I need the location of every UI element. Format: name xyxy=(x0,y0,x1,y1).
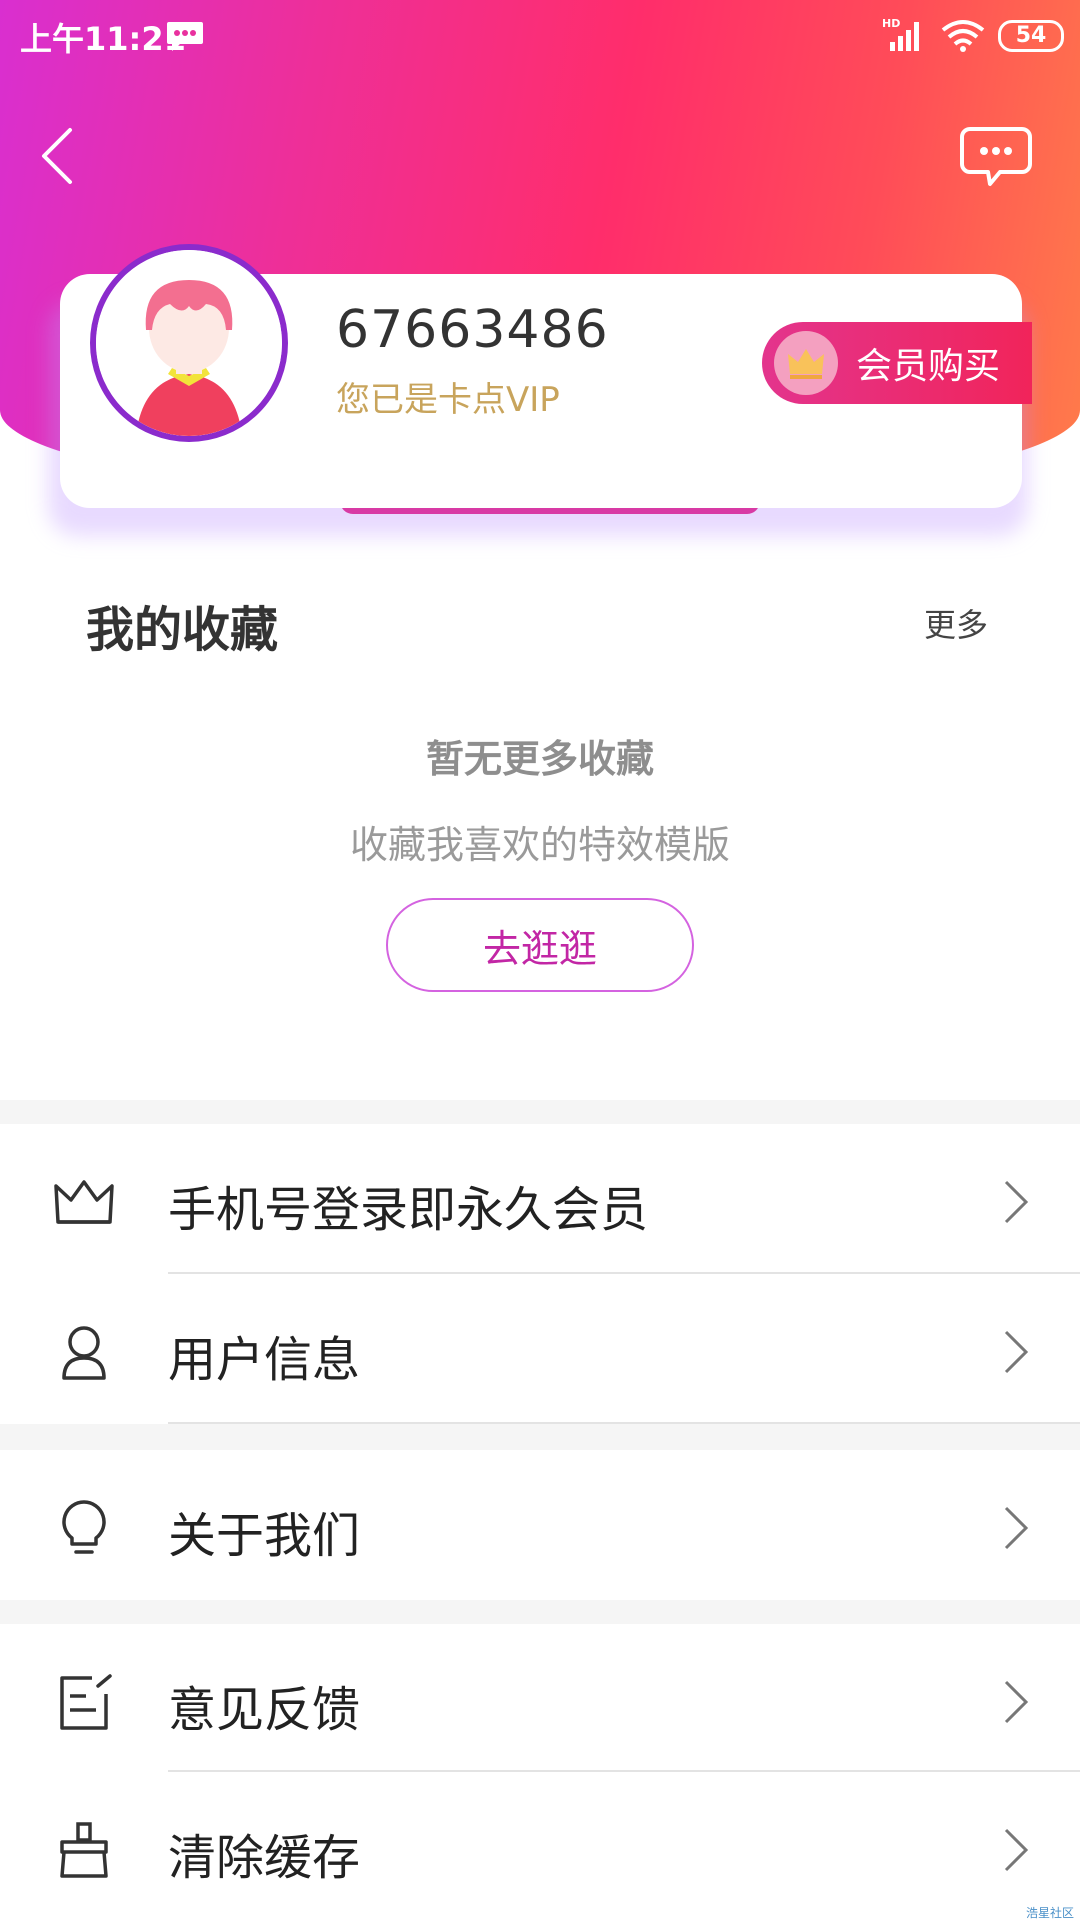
member-buy-label: 会员购买 xyxy=(856,346,1001,387)
message-icon[interactable] xyxy=(960,126,1032,188)
section-gap xyxy=(0,1424,1080,1450)
favorites-title: 我的收藏 xyxy=(86,602,279,658)
crown-icon xyxy=(788,349,824,379)
chevron-right-icon xyxy=(1004,1330,1029,1374)
menu-item-feedback[interactable]: 意见反馈 xyxy=(0,1624,1080,1774)
menu-item-label: 意见反馈 xyxy=(168,1682,361,1738)
chevron-right-icon xyxy=(1004,1506,1029,1550)
watermark: 浩星社区 xyxy=(1026,1906,1075,1920)
vip-status: 您已是卡点VIP xyxy=(336,380,560,420)
favorites-more-link[interactable]: 更多 xyxy=(924,600,988,646)
broom-icon xyxy=(60,1822,108,1878)
crown-badge xyxy=(774,331,838,395)
chevron-right-icon xyxy=(1004,1680,1029,1724)
favorites-empty-desc: 收藏我喜欢的特效模版 xyxy=(349,823,730,867)
menu-item-about-us[interactable]: 关于我们 xyxy=(0,1450,1080,1600)
crown-icon xyxy=(54,1180,114,1224)
wifi-icon xyxy=(941,20,985,52)
menu-item-label: 关于我们 xyxy=(168,1508,361,1564)
menu-item-label: 手机号登录即永久会员 xyxy=(168,1182,649,1238)
signal-hd-icon: HD xyxy=(882,17,919,51)
user-id: 67663486 xyxy=(336,300,609,360)
menu-item-phone-login-vip[interactable]: 手机号登录即永久会员 xyxy=(0,1124,1080,1274)
feedback-icon xyxy=(60,1674,112,1730)
svg-text:HD: HD xyxy=(882,17,900,30)
status-time: 上午11:21 xyxy=(20,20,186,58)
menu-item-label: 用户信息 xyxy=(168,1332,361,1388)
battery-indicator: 54 xyxy=(998,20,1064,52)
lightbulb-icon xyxy=(62,1500,106,1554)
avatar[interactable] xyxy=(90,244,288,442)
menu-item-label: 清除缓存 xyxy=(168,1830,361,1886)
user-icon xyxy=(62,1326,106,1380)
browse-button[interactable]: 去逛逛 xyxy=(386,898,694,992)
status-bar: 上午11:21 HD 54 xyxy=(0,0,1080,72)
favorites-empty-title: 暂无更多收藏 xyxy=(425,737,654,781)
chevron-right-icon xyxy=(1004,1828,1029,1872)
message-notification-icon xyxy=(167,22,203,51)
chevron-right-icon xyxy=(1004,1180,1029,1224)
menu-item-user-info[interactable]: 用户信息 xyxy=(0,1274,1080,1424)
back-arrow-icon[interactable] xyxy=(36,124,80,188)
menu-item-clear-cache[interactable]: 清除缓存 xyxy=(0,1772,1080,1920)
menu-divider xyxy=(168,1422,1080,1424)
avatar-illustration-icon xyxy=(96,250,282,436)
section-gap xyxy=(0,1100,1080,1124)
member-buy-button[interactable]: 会员购买 xyxy=(762,322,1032,404)
section-gap xyxy=(0,1600,1080,1624)
